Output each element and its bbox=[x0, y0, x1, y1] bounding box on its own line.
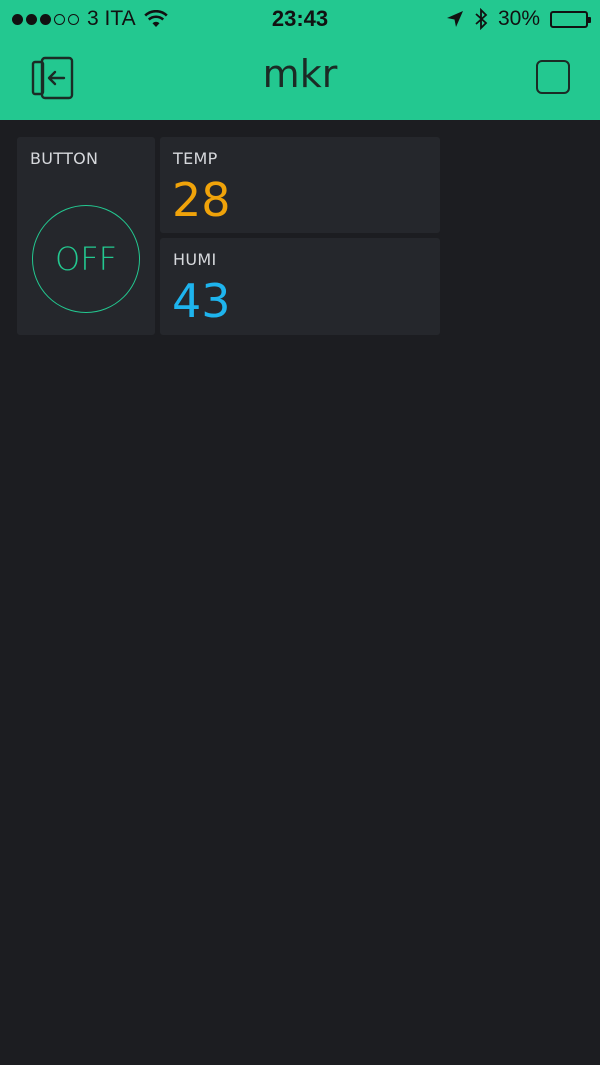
toggle-button-state: OFF bbox=[55, 240, 117, 278]
temp-value: 28 bbox=[172, 173, 231, 227]
project-title: mkr bbox=[262, 52, 338, 96]
app-header: 3 ITA 23:43 30% mkr bbox=[0, 0, 600, 120]
status-right: 30% bbox=[446, 7, 591, 31]
stop-icon[interactable] bbox=[536, 60, 570, 94]
bluetooth-icon bbox=[475, 8, 488, 30]
button-widget: BUTTON OFF bbox=[17, 137, 155, 335]
status-bar: 3 ITA 23:43 30% bbox=[0, 0, 600, 38]
battery-icon bbox=[550, 10, 591, 28]
humi-widget: HUMI 43 bbox=[160, 238, 440, 335]
humi-widget-label: HUMI bbox=[173, 250, 217, 269]
battery-percent: 30% bbox=[497, 7, 540, 30]
button-widget-label: BUTTON bbox=[30, 149, 99, 168]
location-arrow-icon bbox=[446, 11, 463, 27]
humi-value: 43 bbox=[172, 274, 231, 328]
toggle-button[interactable]: OFF bbox=[32, 205, 140, 313]
temp-widget-label: TEMP bbox=[173, 149, 218, 168]
temp-widget: TEMP 28 bbox=[160, 137, 440, 233]
navigation-bar: mkr bbox=[0, 38, 600, 120]
